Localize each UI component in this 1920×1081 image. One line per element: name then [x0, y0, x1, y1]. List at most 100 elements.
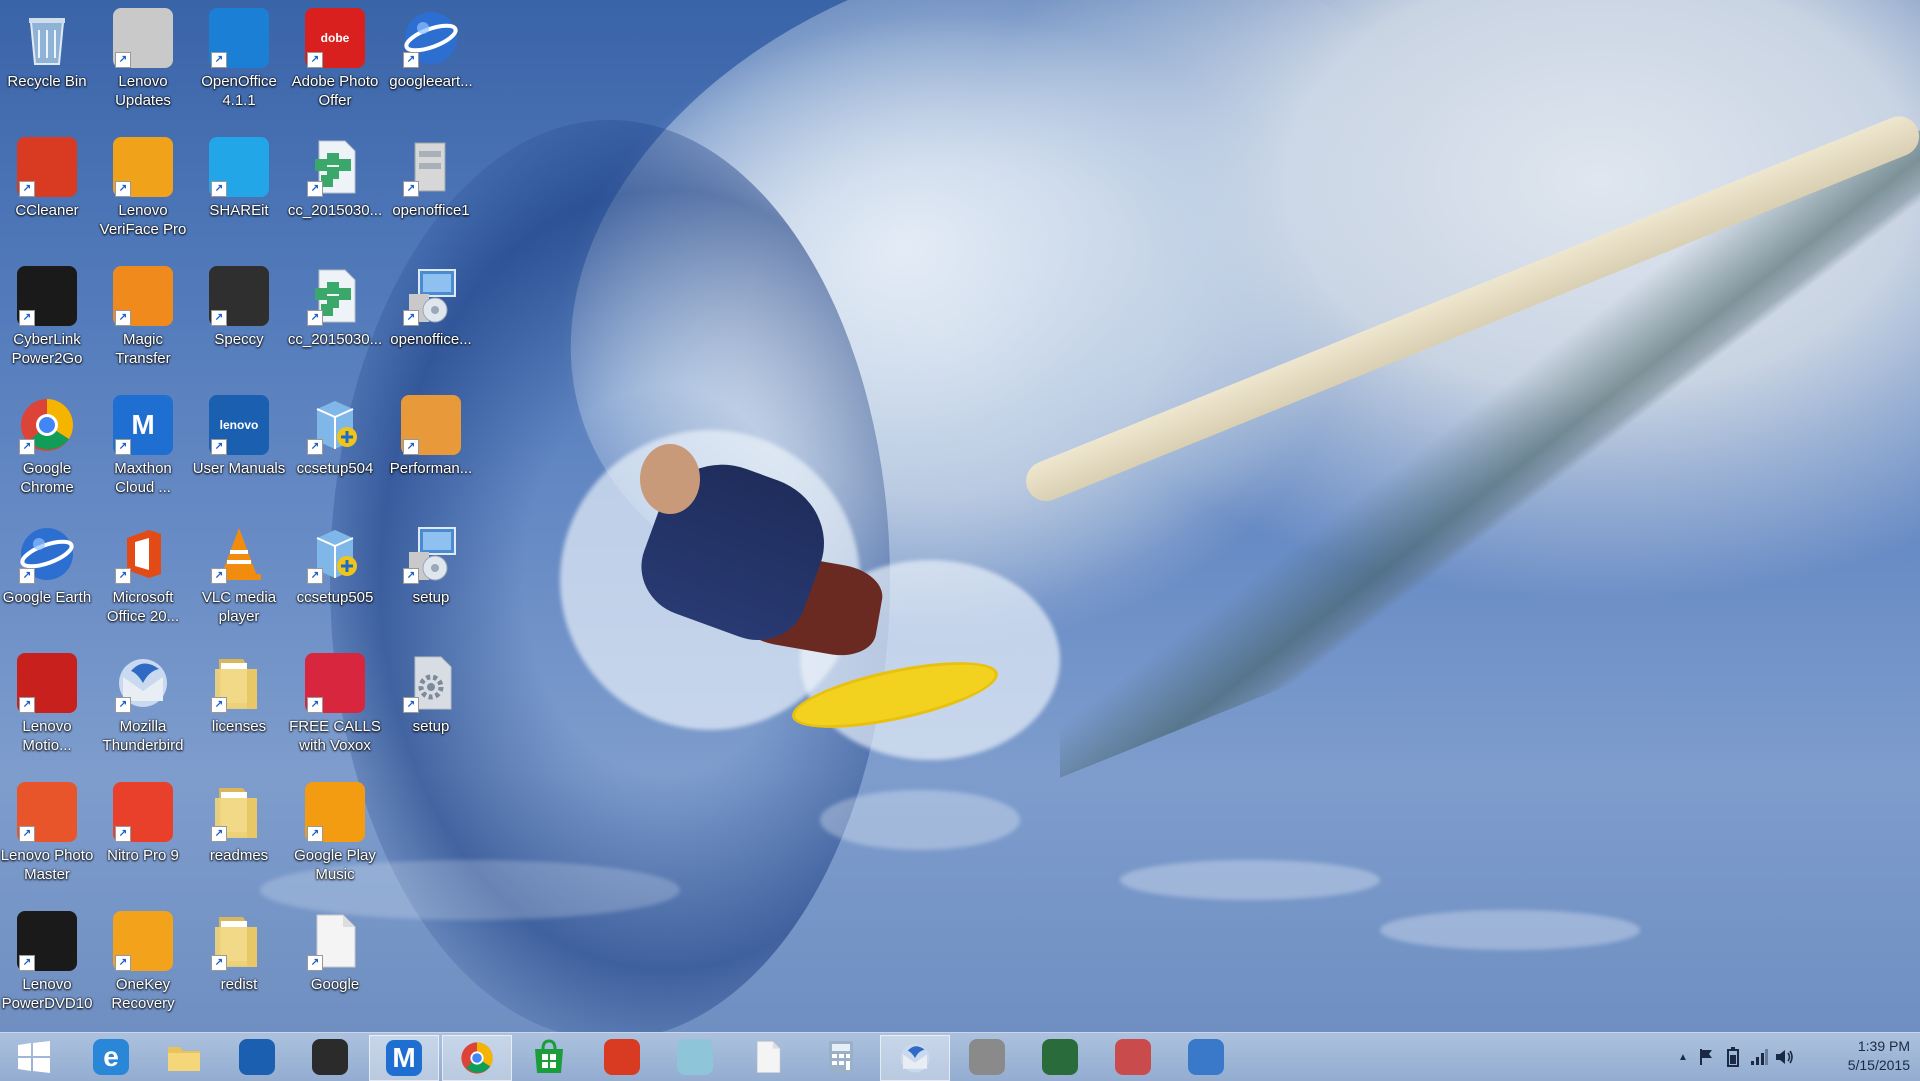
desktop-icon-openoffice[interactable]: ↗ openoffice... [383, 260, 479, 384]
desktop-icon-readmes[interactable]: ↗ readmes [191, 776, 287, 900]
desktop-icon-label: Magic Transfer [115, 331, 171, 367]
shortcut-arrow-icon: ↗ [19, 568, 35, 584]
thunderbird-icon [897, 1040, 933, 1076]
taskbar-button-maxthon[interactable]: M [369, 1035, 439, 1081]
shortcut-arrow-icon: ↗ [211, 310, 227, 326]
shortcut-arrow-icon: ↗ [403, 52, 419, 68]
desktop-icon-google[interactable]: ↗ Google [287, 905, 383, 1029]
desktop-icon-label: cc_2015030... [287, 331, 383, 348]
battery-icon[interactable] [1720, 1047, 1746, 1067]
desktop-icon-label: Recycle Bin [7, 73, 87, 90]
taskbar-button-windows-store[interactable] [515, 1035, 583, 1079]
desktop-icon-label: OpenOffice 4.1.1 [201, 73, 277, 109]
setup-installer-icon: ↗ [401, 524, 461, 584]
windows-store-icon [531, 1039, 567, 1075]
taskbar-button-file-explorer[interactable] [150, 1035, 218, 1079]
desktop-icon-setup[interactable]: ↗ setup [383, 518, 479, 642]
shortcut-arrow-icon: ↗ [19, 955, 35, 971]
shortcut-arrow-icon: ↗ [19, 310, 35, 326]
foam-patch [1380, 910, 1640, 950]
shortcut-arrow-icon: ↗ [307, 826, 323, 842]
razer-icon [312, 1039, 348, 1075]
taskbar-button-thunderbird[interactable] [880, 1035, 950, 1081]
solitaire-icon [1042, 1039, 1078, 1075]
taskbar-button-lenovo-monitor[interactable] [223, 1035, 291, 1079]
desktop-icon-google-chrome[interactable]: ↗ Google Chrome [0, 389, 95, 513]
shortcut-arrow-icon: ↗ [307, 697, 323, 713]
desktop-icon-adobe-photo-offer[interactable]: dobe ↗ Adobe Photo Offer [287, 2, 383, 126]
desktop-icon-google-earth[interactable]: ↗ Google Earth [0, 518, 95, 642]
desktop-icon-cyberlink-power2go[interactable]: ↗ CyberLink Power2Go [0, 260, 95, 384]
shortcut-arrow-icon: ↗ [19, 697, 35, 713]
desktop-icon-googleeart[interactable]: ↗ googleeart... [383, 2, 479, 126]
desktop-icon-google-play-music[interactable]: ↗ Google Play Music [287, 776, 383, 900]
file-explorer-icon [166, 1039, 202, 1075]
desktop-icon-label: ccsetup504 [296, 460, 374, 477]
desktop-icon-setup[interactable]: ↗ setup [383, 647, 479, 771]
desktop-icon-mozilla-thunderbird[interactable]: ↗ Mozilla Thunderbird [95, 647, 191, 771]
desktop-icon-label: Lenovo Photo Master [0, 847, 94, 883]
taskbar-button-chrome[interactable] [442, 1035, 512, 1081]
taskbar-button-windows-start[interactable] [0, 1035, 68, 1079]
foam-patch [1120, 860, 1380, 900]
taskbar-button-blank-document[interactable] [734, 1035, 802, 1079]
remote-desktop-icon [1188, 1039, 1224, 1075]
desktop-icon-ccsetup504[interactable]: ↗ ccsetup504 [287, 389, 383, 513]
desktop-icon-label: Performan... [389, 460, 473, 477]
wifi-signal-icon[interactable] [1746, 1049, 1772, 1065]
desktop-icon-licenses[interactable]: ↗ licenses [191, 647, 287, 771]
calculator-icon [823, 1039, 859, 1075]
desktop-icon-magic-transfer[interactable]: ↗ Magic Transfer [95, 260, 191, 384]
desktop-icon-label: VLC media player [201, 589, 277, 625]
taskbar-button-calculator[interactable] [807, 1035, 875, 1079]
shortcut-arrow-icon: ↗ [115, 310, 131, 326]
desktop-icon-label: Speccy [214, 331, 264, 348]
taskbar-button-snipping-tool[interactable] [1099, 1035, 1167, 1079]
desktop-icon-lenovo-motio[interactable]: ↗ Lenovo Motio... [0, 647, 95, 771]
desktop-icon-recycle-bin[interactable]: Recycle Bin [0, 2, 95, 126]
show-hidden-icons-button[interactable]: ▲ [1672, 1052, 1694, 1063]
taskbar-button-solitaire[interactable] [1026, 1035, 1094, 1079]
desktop-icon-openoffice-4-1-1[interactable]: ↗ OpenOffice 4.1.1 [191, 2, 287, 126]
desktop-icon-label: Google [310, 976, 360, 993]
desktop-icon-redist[interactable]: ↗ redist [191, 905, 287, 1029]
taskbar-button-ccleaner[interactable] [588, 1035, 656, 1079]
maxthon-icon: M ↗ [113, 395, 173, 455]
desktop-icon-onekey-recovery[interactable]: ↗ OneKey Recovery [95, 905, 191, 1029]
desktop-icon-lenovo-updates[interactable]: ↗ Lenovo Updates [95, 2, 191, 126]
taskbar-button-firewall[interactable] [953, 1035, 1021, 1079]
desktop-icon-openoffice1[interactable]: ↗ openoffice1 [383, 131, 479, 255]
desktop-icon-cc-2015030[interactable]: ↗ cc_2015030... [287, 131, 383, 255]
desktop-icon-vlc-media-player[interactable]: ↗ VLC media player [191, 518, 287, 642]
shortcut-arrow-icon: ↗ [307, 310, 323, 326]
shortcut-arrow-icon: ↗ [307, 52, 323, 68]
shortcut-arrow-icon: ↗ [19, 826, 35, 842]
desktop-icon-lenovo-photo-master[interactable]: ↗ Lenovo Photo Master [0, 776, 95, 900]
power2go-icon: ↗ [17, 266, 77, 326]
desktop-icon-shareit[interactable]: ↗ SHAREit [191, 131, 287, 255]
desktop-icon-label: Mozilla Thunderbird [102, 718, 184, 754]
shortcut-arrow-icon: ↗ [403, 568, 419, 584]
system-clock[interactable]: 1:39 PM 5/15/2015 [1790, 1037, 1910, 1075]
taskbar-button-internet-explorer[interactable]: e [77, 1035, 145, 1079]
desktop-icon-lenovo-veriface-pro[interactable]: ↗ Lenovo VeriFace Pro [95, 131, 191, 255]
taskbar-button-glass-app[interactable] [661, 1035, 729, 1079]
desktop-icon-ccsetup505[interactable]: ↗ ccsetup505 [287, 518, 383, 642]
desktop-icon-speccy[interactable]: ↗ Speccy [191, 260, 287, 384]
taskbar-button-remote-desktop[interactable] [1172, 1035, 1240, 1079]
desktop-icon-ccleaner[interactable]: ↗ CCleaner [0, 131, 95, 255]
desktop-icon-lenovo-powerdvd10[interactable]: ↗ Lenovo PowerDVD10 [0, 905, 95, 1029]
shortcut-arrow-icon: ↗ [211, 826, 227, 842]
desktop-icon-cc-2015030[interactable]: ↗ cc_2015030... [287, 260, 383, 384]
desktop-icon-nitro-pro-9[interactable]: ↗ Nitro Pro 9 [95, 776, 191, 900]
desktop-icon-free-calls-with-voxox[interactable]: ↗ FREE CALLS with Voxox [287, 647, 383, 771]
onekey-recovery-icon: ↗ [113, 911, 173, 971]
desktop-icon-user-manuals[interactable]: lenovo ↗ User Manuals [191, 389, 287, 513]
taskbar-button-razer[interactable] [296, 1035, 364, 1079]
desktop-icon-maxthon-cloud[interactable]: M ↗ Maxthon Cloud ... [95, 389, 191, 513]
desktop-icon-label: FREE CALLS with Voxox [289, 718, 381, 754]
action-center-flag-icon[interactable] [1694, 1048, 1720, 1066]
desktop-icon-performan[interactable]: ↗ Performan... [383, 389, 479, 513]
gear-document-icon: ↗ [401, 653, 461, 713]
desktop-icon-microsoft-office-20[interactable]: ↗ Microsoft Office 20... [95, 518, 191, 642]
